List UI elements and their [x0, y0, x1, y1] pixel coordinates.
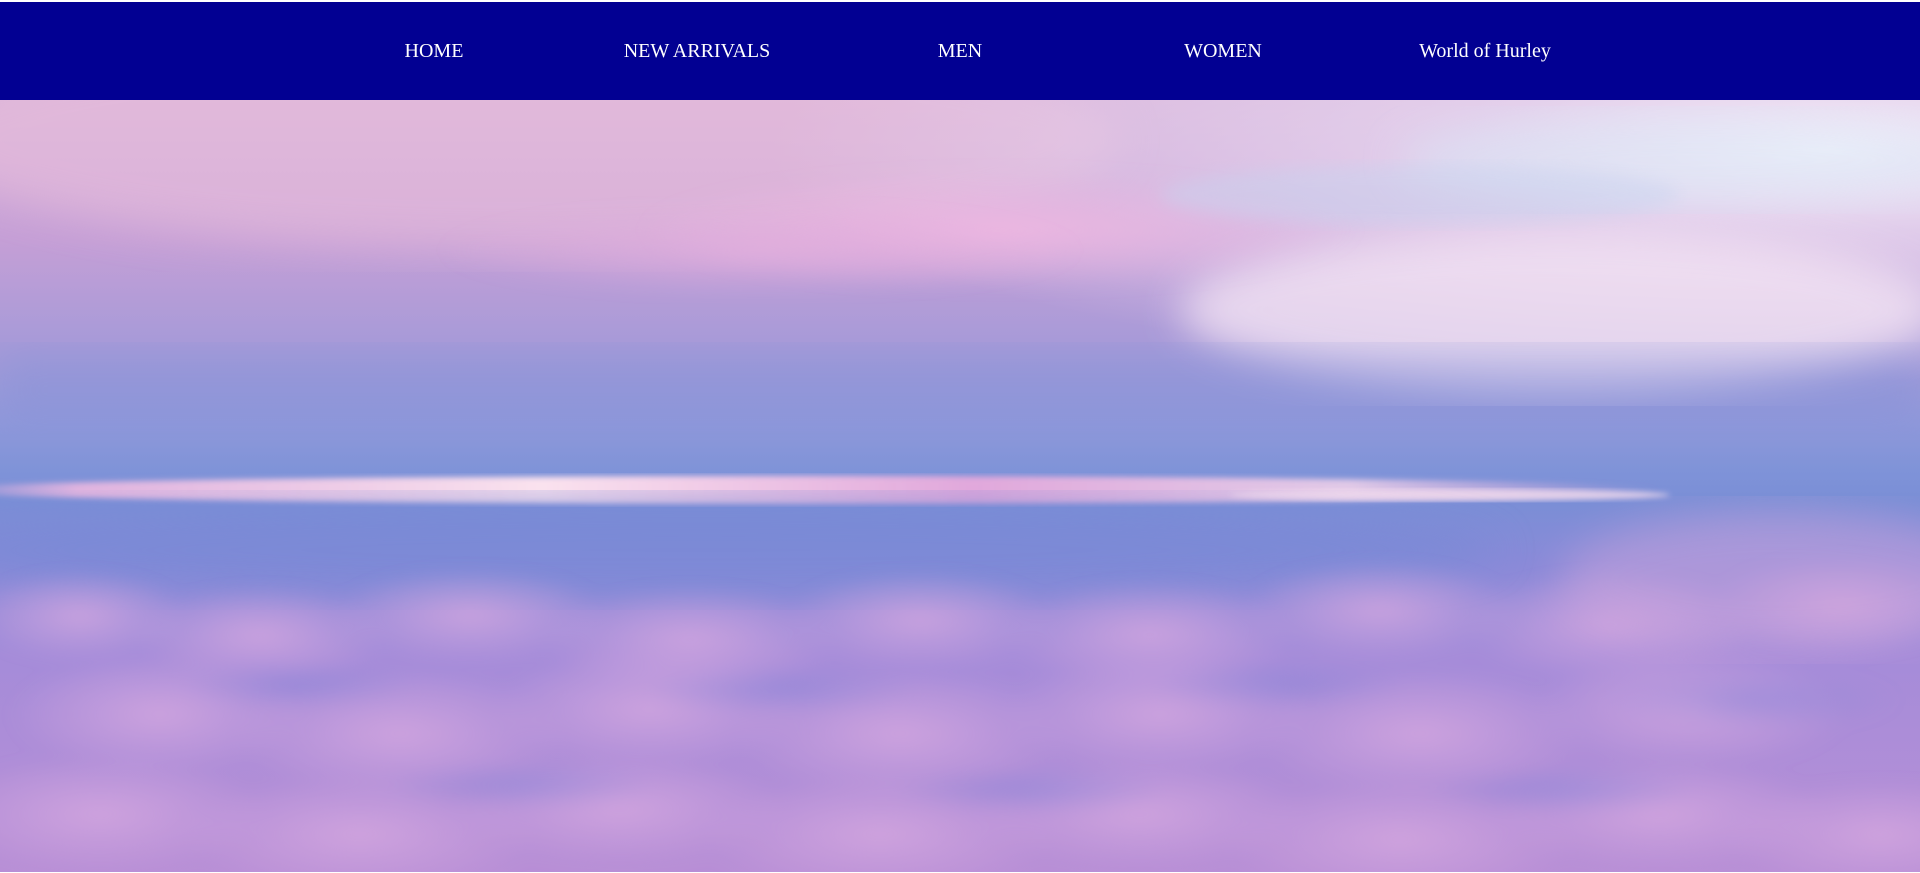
nav-men-link[interactable]: MEN: [830, 2, 1090, 100]
nav-home-link[interactable]: HOME: [304, 2, 564, 100]
top-nav: HOME NEW ARRIVALS MEN WOMEN World of Hur…: [0, 2, 1920, 100]
hero-sky-image: [0, 100, 1920, 872]
nav-world-of-hurley-link[interactable]: World of Hurley: [1355, 2, 1615, 100]
hero-sky-illustration: [0, 100, 1920, 872]
nav-new-arrivals-link[interactable]: NEW ARRIVALS: [567, 2, 827, 100]
page: HOME NEW ARRIVALS MEN WOMEN World of Hur…: [0, 0, 1920, 873]
nav-women-link[interactable]: WOMEN: [1093, 2, 1353, 100]
